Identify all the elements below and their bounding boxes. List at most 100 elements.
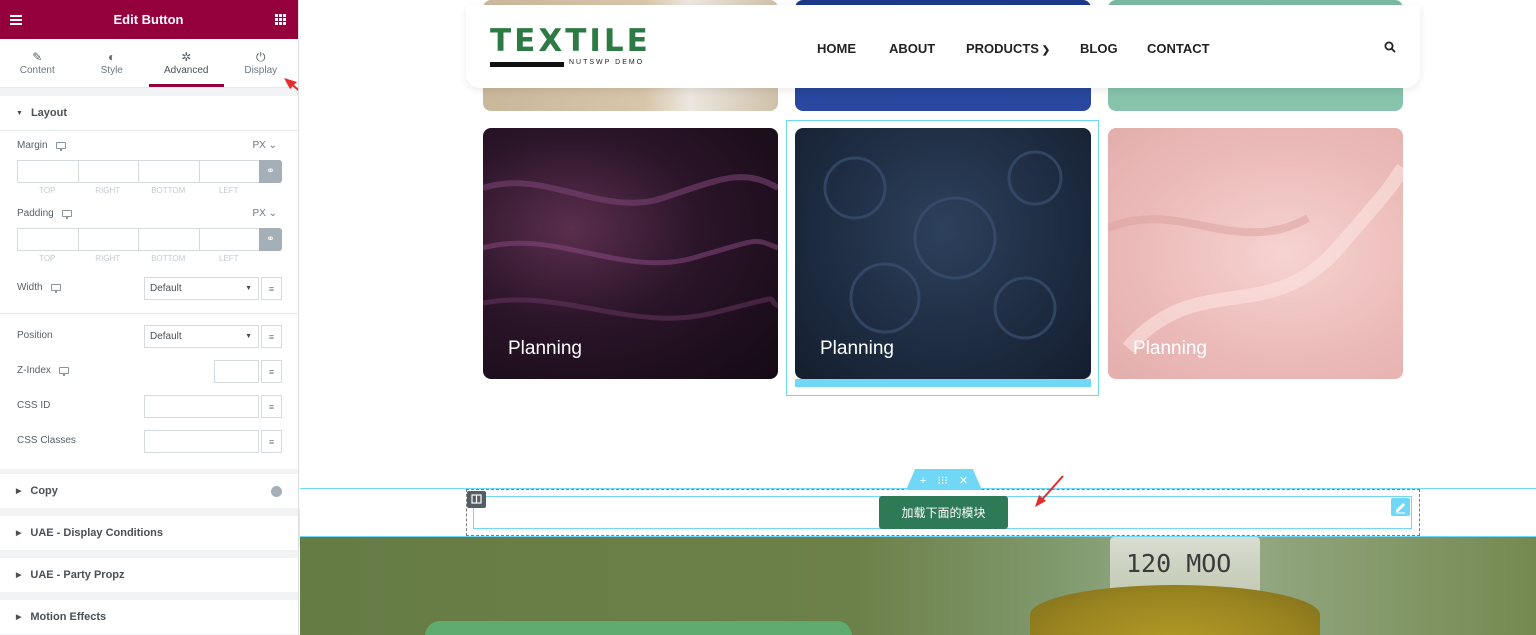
image-card[interactable]: Planning: [795, 128, 1091, 379]
image-card[interactable]: Planning: [1108, 128, 1403, 379]
margin-unit-select[interactable]: PX ⌄: [252, 140, 277, 151]
caret-right-icon: ▶: [16, 488, 22, 495]
dim-label-top: TOP: [39, 186, 56, 195]
caret-right-icon: ▶: [16, 614, 22, 621]
width-value: Default: [150, 283, 182, 294]
padding-top-input[interactable]: [17, 228, 78, 251]
dynamic-tags-icon[interactable]: ≡: [261, 277, 282, 300]
dim-label-left: LEFT: [218, 254, 239, 263]
dim-label-left: LEFT: [218, 186, 239, 195]
position-label: Position: [17, 330, 53, 341]
motion-effects-section[interactable]: ▶ Motion Effects: [0, 600, 298, 634]
zindex-input[interactable]: [214, 360, 259, 383]
padding-right-input[interactable]: [77, 228, 138, 251]
position-value: Default: [150, 331, 182, 342]
layout-section-header[interactable]: ▼ Layout: [0, 96, 298, 130]
edit-widget-icon[interactable]: [1391, 498, 1410, 516]
unit-text: PX: [252, 208, 266, 219]
position-select[interactable]: Default ▼: [144, 325, 259, 348]
panel-title: Edit Button: [113, 12, 184, 27]
padding-unit-select[interactable]: PX ⌄: [252, 208, 277, 219]
chevron-down-icon: ❯: [1038, 45, 1051, 56]
layout-section: ▼ Layout Margin PX ⌄ ⚭ TOP RIGHT BOTTOM …: [0, 96, 298, 469]
width-select[interactable]: Default ▼: [144, 277, 259, 300]
widget-bottom-bar: [795, 379, 1091, 387]
tab-style[interactable]: ◐ Style: [75, 39, 150, 87]
dynamic-tags-icon[interactable]: ≡: [261, 430, 282, 453]
panel-header: Edit Button: [0, 0, 298, 39]
site-logo[interactable]: TEXTILE NUTSWP DEMO: [490, 25, 651, 67]
dynamic-tags-icon[interactable]: ≡: [261, 395, 282, 418]
nav-about[interactable]: ABOUT: [889, 41, 935, 56]
link-values-icon[interactable]: ⚭: [259, 228, 282, 251]
cssid-input[interactable]: [144, 395, 259, 418]
desktop-icon[interactable]: [61, 210, 72, 219]
drag-handle-icon[interactable]: ⁝⁝⁝: [937, 474, 948, 487]
dim-label-top: TOP: [39, 254, 56, 263]
nav-products[interactable]: PRODUCTS ❯: [966, 41, 1050, 56]
cssclasses-input[interactable]: [144, 430, 259, 453]
spool-label: 120 MOO: [1126, 549, 1232, 578]
dynamic-tags-icon[interactable]: ≡: [261, 360, 282, 383]
column-handle-icon[interactable]: [467, 491, 486, 508]
margin-label-text: Margin: [17, 140, 48, 151]
desktop-icon[interactable]: [58, 367, 69, 376]
padding-label: Padding: [17, 208, 72, 219]
logo-bar: [490, 62, 564, 67]
annotation-arrow: [284, 78, 298, 92]
load-modules-button[interactable]: 加载下面的模块: [879, 496, 1008, 529]
padding-dim-labels: TOP RIGHT BOTTOM LEFT: [17, 254, 259, 263]
section-title: UAE - Display Conditions: [30, 527, 164, 539]
tab-label: Display: [244, 65, 278, 76]
dynamic-tags-icon[interactable]: ≡: [261, 325, 282, 348]
margin-label: Margin: [17, 140, 66, 151]
padding-bottom-input[interactable]: [138, 228, 199, 251]
link-values-icon[interactable]: ⚭: [259, 160, 282, 183]
tab-content[interactable]: ✎ Content: [0, 39, 75, 87]
yellow-yarn: [1030, 585, 1320, 635]
gear-icon: ✲: [181, 50, 192, 64]
logo-tagline: NUTSWP DEMO: [569, 59, 645, 66]
menu-icon[interactable]: [10, 14, 22, 25]
hero-background-image: 120 MOO: [300, 537, 1536, 635]
desktop-icon[interactable]: [50, 284, 61, 293]
padding-left-input[interactable]: [198, 228, 259, 251]
dropdown-arrow-icon: ▼: [245, 285, 252, 292]
margin-right-input[interactable]: [77, 160, 138, 183]
widgets-grid-icon[interactable]: [274, 14, 286, 25]
tab-label: Content: [19, 65, 55, 76]
uae-display-conditions-section[interactable]: ▶ UAE - Display Conditions: [0, 516, 298, 550]
dim-label-bottom: BOTTOM: [151, 254, 186, 263]
nav-products-label: PRODUCTS: [966, 41, 1039, 56]
uae-party-propz-section[interactable]: ▶ UAE - Party Propz: [0, 558, 298, 592]
add-icon[interactable]: +: [920, 475, 926, 487]
pencil-icon: ✎: [32, 50, 43, 64]
padding-label-text: Padding: [17, 208, 54, 219]
zindex-label: Z-Index: [17, 365, 69, 376]
caret-right-icon: ▶: [16, 572, 22, 579]
tab-label: Style: [100, 65, 123, 76]
tab-advanced[interactable]: ✲ Advanced: [149, 39, 224, 87]
close-icon[interactable]: ✕: [959, 474, 968, 487]
site-header: TEXTILE NUTSWP DEMO HOME ABOUT PRODUCTS …: [466, 5, 1420, 88]
section-toolbar[interactable]: + ⁝⁝⁝ ✕: [906, 469, 982, 490]
card-caption: Planning: [1133, 338, 1207, 359]
cssclasses-label: CSS Classes: [17, 435, 76, 446]
cssid-label: CSS ID: [17, 400, 51, 411]
nav-home[interactable]: HOME: [817, 41, 856, 56]
padding-row: Padding PX ⌄: [0, 208, 298, 222]
nav-blog[interactable]: BLOG: [1080, 41, 1118, 56]
card-caption: Planning: [820, 338, 894, 359]
desktop-icon[interactable]: [55, 142, 66, 151]
dropdown-arrow-icon: ▼: [245, 333, 252, 340]
zindex-label-text: Z-Index: [17, 365, 51, 376]
search-icon[interactable]: [1384, 41, 1396, 53]
hero-pill: [425, 621, 852, 635]
image-card[interactable]: Planning: [483, 128, 778, 379]
margin-left-input[interactable]: [198, 160, 259, 183]
margin-top-input[interactable]: [17, 160, 78, 183]
power-icon: ⏻: [256, 50, 266, 64]
margin-bottom-input[interactable]: [138, 160, 199, 183]
copy-section[interactable]: ▶ Copy: [0, 474, 298, 508]
nav-contact[interactable]: CONTACT: [1147, 41, 1210, 56]
